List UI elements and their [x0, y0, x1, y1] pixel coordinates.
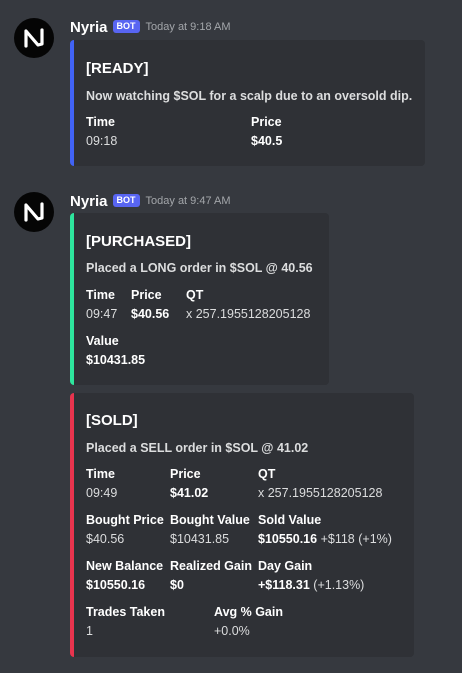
embed-description: Placed a SELL order in $SOL @ 41.02 [86, 441, 309, 455]
timestamp[interactable]: Today at 9:47 AM [146, 195, 231, 207]
field-value: +0.0% [214, 624, 250, 638]
field-value: $40.5 [251, 134, 283, 148]
field-name: QT [258, 467, 276, 481]
field-qt: QT x 257.1955128205128 [258, 466, 382, 502]
field-name: Bought Value [170, 513, 250, 527]
field-time: Time 09:49 [86, 466, 117, 502]
field-name: Price [251, 115, 282, 129]
field-value-extra: (+1.13%) [313, 578, 365, 592]
embed-purchased: [PURCHASED] Placed a LONG order in $SOL … [70, 213, 329, 385]
field-value: $41.02 [170, 486, 209, 500]
field-name: Trades Taken [86, 605, 165, 619]
field-name: Day Gain [258, 559, 313, 573]
embed-title: [PURCHASED] [86, 233, 191, 250]
field-value: $10431.85 [170, 532, 230, 546]
field-value: $10550.16 [86, 578, 146, 592]
username[interactable]: Nyria [70, 193, 108, 210]
field-price: Price $41.02 [170, 466, 208, 502]
chat-channel: Nyria BOT Today at 9:18 AM [READY] Now w… [0, 0, 462, 673]
field-bought-price: Bought Price $40.56 [86, 512, 164, 548]
field-bought-value: Bought Value $10431.85 [170, 512, 250, 548]
message-header: Nyria BOT Today at 9:47 AM [70, 191, 231, 211]
field-name: Avg % Gain [214, 605, 283, 619]
embed-title: [READY] [86, 60, 149, 77]
field-name: Time [86, 288, 115, 302]
field-value: $10550.16 [258, 532, 318, 546]
field-value-extra: +$118 (+1%) [320, 532, 392, 546]
field-name: Sold Value [258, 513, 322, 527]
field-name: Realized Gain [170, 559, 252, 573]
bot-avatar[interactable] [14, 192, 54, 232]
embed-sold: [SOLD] Placed a SELL order in $SOL @ 41.… [70, 393, 414, 657]
field-name: Price [170, 467, 201, 481]
field-name: Bought Price [86, 513, 164, 527]
field-value: 1 [86, 624, 93, 638]
field-name: Price [131, 288, 162, 302]
embed-description: Now watching $SOL for a scalp due to an … [86, 89, 413, 103]
field-price: Price $40.5 [251, 114, 282, 150]
embed-description: Placed a LONG order in $SOL @ 40.56 [86, 261, 313, 275]
field-value: 09:47 [86, 307, 118, 321]
bot-badge: BOT [112, 19, 140, 33]
timestamp[interactable]: Today at 9:18 AM [146, 21, 231, 33]
field-value: 09:18 [86, 134, 118, 148]
nyria-logo-icon [24, 28, 44, 48]
field-time: Time 09:47 [86, 287, 117, 323]
field-name: Time [86, 467, 115, 481]
field-value: $10431.85 [86, 353, 146, 367]
field-new-balance: New Balance $10550.16 [86, 558, 163, 594]
field-value: 09:49 [86, 486, 118, 500]
field-value: $40.56 [86, 532, 125, 546]
field-time: Time 09:18 [86, 114, 117, 150]
field-avg-gain: Avg % Gain +0.0% [214, 604, 283, 640]
field-name: QT [186, 288, 204, 302]
message-header: Nyria BOT Today at 9:18 AM [70, 17, 231, 37]
field-realized-gain: Realized Gain $0 [170, 558, 252, 594]
field-value-total: Value $10431.85 [86, 333, 145, 369]
username[interactable]: Nyria [70, 19, 108, 36]
bot-badge: BOT [112, 193, 140, 207]
field-trades-taken: Trades Taken 1 [86, 604, 165, 640]
field-name: Value [86, 334, 119, 348]
field-name: Time [86, 115, 115, 129]
field-value: x 257.1955128205128 [258, 486, 383, 500]
embed-ready: [READY] Now watching $SOL for a scalp du… [70, 40, 425, 166]
embed-title: [SOLD] [86, 412, 138, 429]
field-name: New Balance [86, 559, 164, 573]
nyria-logo-icon [24, 202, 44, 222]
field-day-gain: Day Gain +$118.31 (+1.13%) [258, 558, 364, 594]
field-value: +$118.31 [258, 578, 310, 592]
field-qt: QT x 257.1955128205128 [186, 287, 310, 323]
field-value: $0 [170, 578, 184, 592]
bot-avatar[interactable] [14, 18, 54, 58]
field-value: x 257.1955128205128 [186, 307, 311, 321]
field-price: Price $40.56 [131, 287, 169, 323]
field-sold-value: Sold Value $10550.16 +$118 (+1%) [258, 512, 392, 548]
field-value: $40.56 [131, 307, 170, 321]
